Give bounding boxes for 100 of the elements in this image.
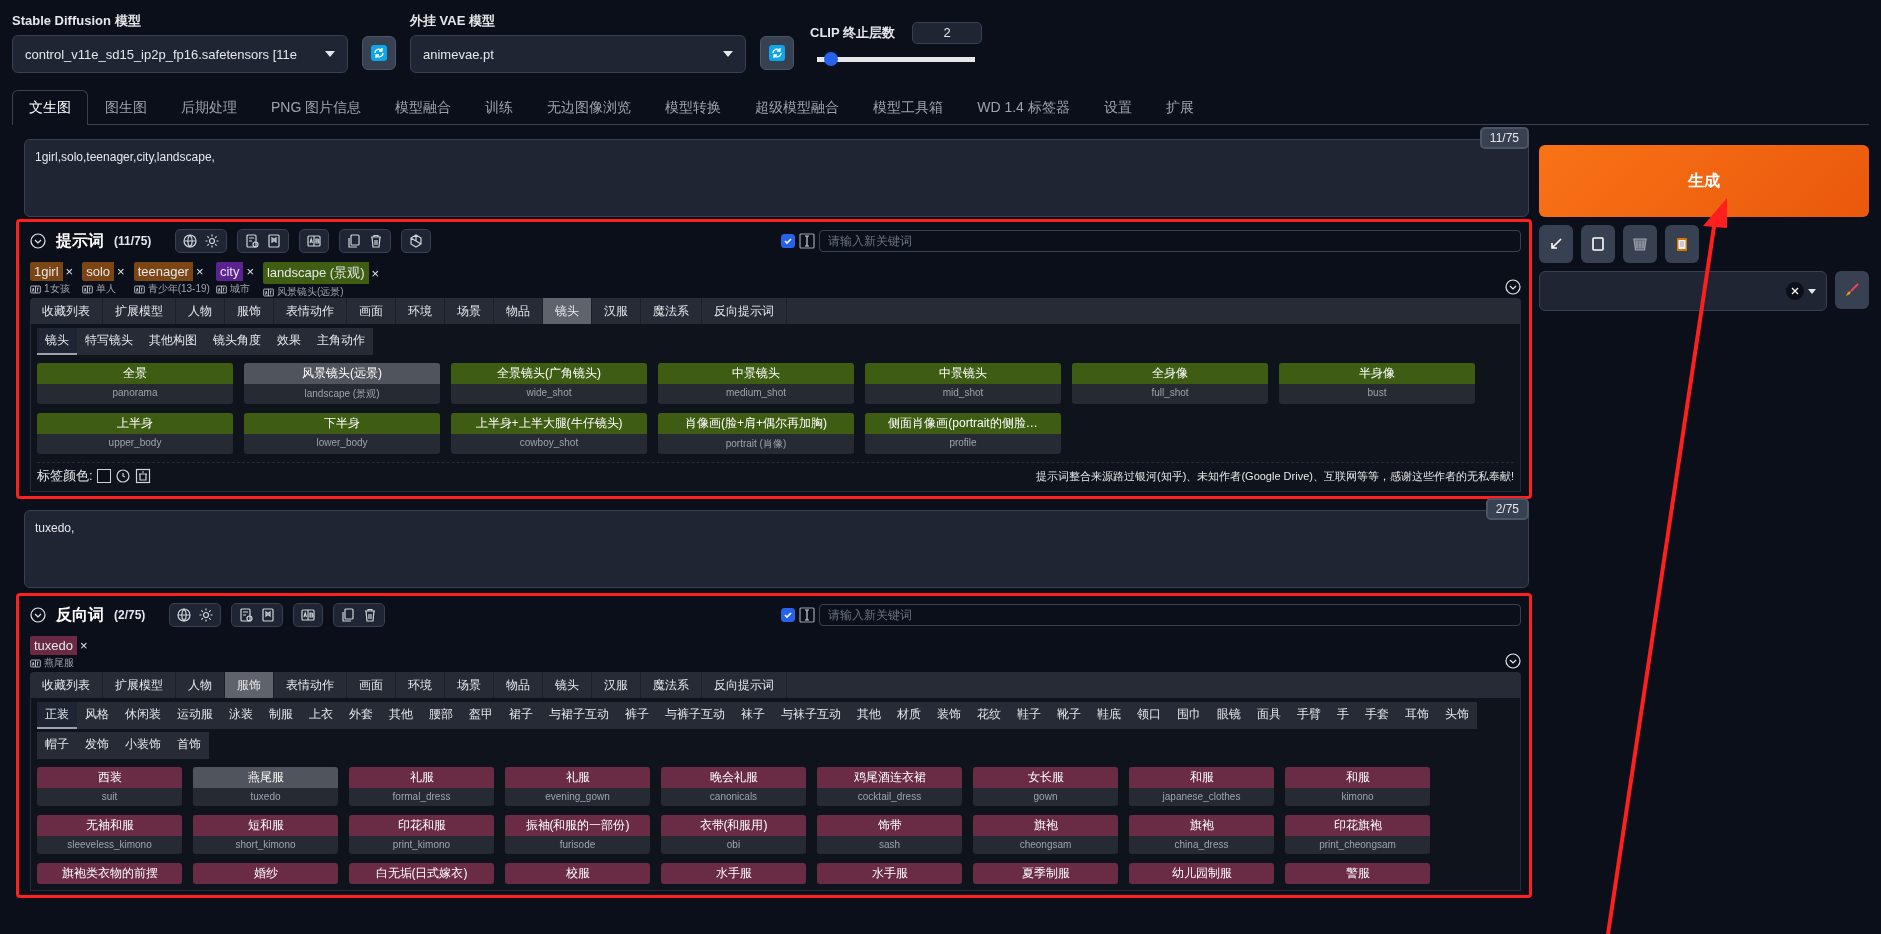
settings-button[interactable] — [204, 233, 221, 249]
keyword-card[interactable]: 警服 — [1285, 863, 1430, 884]
document-button[interactable] — [244, 233, 261, 249]
subcategory-tab[interactable]: 头饰 — [1437, 702, 1477, 729]
subcategory-tab[interactable]: 发饰 — [77, 732, 117, 759]
subcategory-tab[interactable]: 小装饰 — [117, 732, 169, 759]
document-button[interactable] — [238, 607, 255, 623]
subcategory-tab[interactable]: 泳装 — [221, 702, 261, 729]
subcategory-tab[interactable]: 面具 — [1249, 702, 1289, 729]
keyword-card[interactable]: 礼服 formal_dress — [349, 767, 494, 806]
trash-button[interactable] — [1623, 225, 1657, 263]
color-swatch[interactable] — [96, 469, 111, 483]
translate-button[interactable] — [306, 233, 323, 249]
subcategory-tab[interactable]: 鞋底 — [1089, 702, 1129, 729]
remove-tag-button[interactable]: × — [243, 264, 257, 279]
subcategory-tab[interactable]: 袜子 — [733, 702, 773, 729]
keyword-card[interactable]: 印花和服 print_kimono — [349, 815, 494, 854]
keyword-card[interactable]: 幼儿园制服 — [1129, 863, 1274, 884]
copy-button[interactable] — [340, 607, 357, 623]
subcategory-tab[interactable]: 裙子 — [501, 702, 541, 729]
subcategory-tab[interactable]: 其他构图 — [141, 328, 205, 355]
keyword-card[interactable]: 中景镜头 mid_shot — [865, 363, 1061, 404]
keyword-card[interactable]: 晚会礼服 canonicals — [661, 767, 806, 806]
clear-button[interactable] — [134, 468, 151, 484]
main-tab[interactable]: 模型转换 — [648, 90, 739, 124]
keyword-card[interactable]: 无袖和服 sleeveless_kimono — [37, 815, 182, 854]
keyword-card[interactable]: 肖像画(脸+肩+偶尔再加胸) portrait (肖像) — [658, 413, 854, 454]
keyword-card[interactable]: 下半身 lower_body — [244, 413, 440, 454]
subcategory-tab[interactable]: 正装 — [37, 702, 77, 729]
square-button[interactable] — [1581, 225, 1615, 263]
subcategory-tab[interactable]: 其他 — [849, 702, 889, 729]
keyword-card[interactable]: 风景镜头(远景) landscape (景观) — [244, 363, 440, 404]
keyword-input[interactable]: 请输入新关键词 — [819, 604, 1521, 626]
keyword-input[interactable]: 请输入新关键词 — [819, 230, 1521, 252]
subcategory-tab[interactable]: 鞋子 — [1009, 702, 1049, 729]
keyword-card[interactable]: 全景 panorama — [37, 363, 233, 404]
keyword-card[interactable]: 女长服 gown — [973, 767, 1118, 806]
refresh-button[interactable] — [362, 36, 396, 70]
collapse-button[interactable] — [30, 607, 46, 623]
keyword-card[interactable]: 和服 japanese_clothes — [1129, 767, 1274, 806]
subcategory-tab[interactable]: 手 — [1329, 702, 1357, 729]
subcategory-tab[interactable]: 裤子 — [617, 702, 657, 729]
remove-tag-button[interactable]: × — [114, 264, 128, 279]
prompt-tag[interactable]: teenager — [133, 262, 193, 281]
keyword-card[interactable]: 上半身 upper_body — [37, 413, 233, 454]
subcategory-tab[interactable]: 盔甲 — [461, 702, 501, 729]
expand-button[interactable] — [1505, 279, 1521, 298]
subcategory-tab[interactable]: 靴子 — [1049, 702, 1089, 729]
remove-tag-button[interactable]: × — [368, 265, 383, 281]
brush-button[interactable] — [1835, 271, 1869, 309]
prompt-tag[interactable]: city — [215, 262, 244, 281]
keyword-card[interactable]: 中景镜头 medium_shot — [658, 363, 854, 404]
globe-button[interactable] — [182, 233, 199, 249]
keyword-card[interactable]: 短和服 short_kimono — [193, 815, 338, 854]
keyword-card[interactable]: 半身像 bust — [1279, 363, 1475, 404]
keyword-card[interactable]: 全身像 full_shot — [1072, 363, 1268, 404]
reset-button[interactable] — [114, 468, 131, 484]
subcategory-tab[interactable]: 镜头角度 — [205, 328, 269, 355]
refresh-button[interactable] — [760, 36, 794, 70]
subcategory-tab[interactable]: 镜头 — [37, 328, 77, 355]
subcategory-tab[interactable]: 制服 — [261, 702, 301, 729]
collapse-button[interactable] — [30, 233, 46, 249]
main-tab[interactable]: 设置 — [1086, 90, 1149, 124]
keyword-checkbox[interactable] — [781, 234, 795, 248]
keyword-checkbox[interactable] — [781, 608, 795, 622]
main-tab[interactable]: 后期处理 — [164, 90, 254, 124]
prompt-tag[interactable]: solo — [82, 262, 115, 281]
subcategory-tab[interactable]: 材质 — [889, 702, 929, 729]
main-tab[interactable]: 模型工具箱 — [856, 90, 961, 124]
subcategory-tab[interactable]: 腰部 — [421, 702, 461, 729]
keyword-card[interactable]: 饰带 sash — [817, 815, 962, 854]
bookmark-button[interactable] — [260, 607, 277, 623]
copy-button[interactable] — [346, 233, 363, 249]
subcategory-tab[interactable]: 手套 — [1357, 702, 1397, 729]
keyword-card[interactable]: 上半身+上半大腿(牛仔镜头) cowboy_shot — [451, 413, 647, 454]
globe-button[interactable] — [176, 607, 193, 623]
prompt-tag[interactable]: landscape (景观) — [262, 262, 369, 284]
subcategory-tab[interactable]: 帽子 — [37, 732, 77, 759]
subcategory-tab[interactable]: 耳饰 — [1397, 702, 1437, 729]
knot-button[interactable] — [408, 233, 425, 249]
subcategory-tab[interactable]: 与袜子互动 — [773, 702, 849, 729]
keyword-card[interactable]: 西装 suit — [37, 767, 182, 806]
main-tab[interactable]: 无边图像浏览 — [530, 90, 649, 124]
model-select[interactable]: control_v11e_sd15_ip2p_fp16.safetensors [11e — [12, 35, 348, 73]
keyword-card[interactable]: 全景镜头(广角镜头) wide_shot — [451, 363, 647, 404]
keyword-card[interactable]: 婚纱 — [193, 863, 338, 884]
settings-button[interactable] — [198, 607, 215, 623]
expand-button[interactable] — [1505, 653, 1521, 672]
keyword-card[interactable]: 和服 kimono — [1285, 767, 1430, 806]
keyword-card[interactable]: 印花旗袍 print_cheongsam — [1285, 815, 1430, 854]
subcategory-tab[interactable]: 首饰 — [169, 732, 209, 759]
keyword-card[interactable]: 水手服 — [661, 863, 806, 884]
slider-thumb[interactable] — [824, 52, 839, 66]
bookmark-button[interactable] — [266, 233, 283, 249]
clip-number-field[interactable]: 2 — [912, 22, 982, 44]
main-tab[interactable]: 训练 — [468, 90, 531, 124]
subcategory-tab[interactable]: 其他 — [381, 702, 421, 729]
keyword-card[interactable]: 礼服 evening_gown — [505, 767, 650, 806]
clipboard-button[interactable] — [1665, 225, 1699, 263]
prompt-tag[interactable]: tuxedo — [30, 636, 78, 655]
